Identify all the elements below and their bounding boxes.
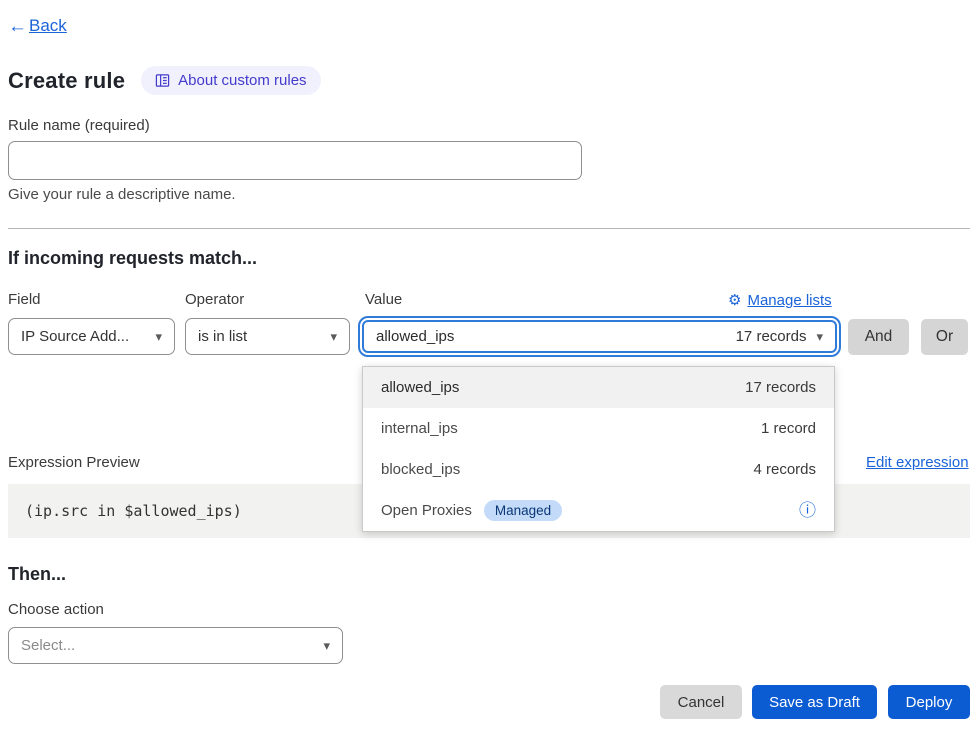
- create-rule-page: ←Back Create rule About custom rules Rul…: [0, 0, 979, 739]
- value-combobox-value: allowed_ips: [376, 328, 454, 345]
- book-icon: [155, 73, 170, 88]
- operator-select-value: is in list: [198, 328, 247, 345]
- list-item-name: Open Proxies: [381, 502, 472, 519]
- title-row: Create rule About custom rules: [8, 66, 321, 95]
- then-section-heading: Then...: [8, 564, 66, 585]
- section-divider: [8, 228, 970, 229]
- page-title: Create rule: [8, 68, 125, 94]
- value-dropdown-panel: allowed_ips 17 records internal_ips 1 re…: [362, 366, 835, 532]
- value-combobox[interactable]: allowed_ips 17 records ▾: [358, 316, 841, 357]
- about-badge-label: About custom rules: [178, 72, 306, 89]
- chevron-down-icon: ▾: [323, 638, 330, 654]
- list-item-internal-ips[interactable]: internal_ips 1 record: [363, 408, 834, 449]
- list-item-name: internal_ips: [381, 420, 458, 437]
- deploy-button[interactable]: Deploy: [888, 685, 970, 719]
- managed-badge: Managed: [484, 500, 562, 521]
- chevron-down-icon: ▾: [816, 329, 823, 345]
- list-item-allowed-ips[interactable]: allowed_ips 17 records: [363, 367, 834, 408]
- operator-label: Operator: [185, 291, 244, 308]
- info-icon[interactable]: ⓘ: [799, 502, 816, 519]
- match-section-heading: If incoming requests match...: [8, 248, 257, 269]
- list-item-blocked-ips[interactable]: blocked_ips 4 records: [363, 449, 834, 490]
- about-custom-rules-link[interactable]: About custom rules: [141, 66, 320, 95]
- back-link-label[interactable]: Back: [29, 16, 67, 36]
- list-item-name: allowed_ips: [381, 379, 459, 396]
- value-label: Value: [365, 291, 402, 308]
- save-as-draft-button[interactable]: Save as Draft: [752, 685, 877, 719]
- manage-lists-link[interactable]: ⚙ Manage lists: [728, 291, 832, 309]
- rule-name-label: Rule name (required): [8, 117, 150, 134]
- list-item-record-count: 4 records: [753, 461, 816, 478]
- rule-name-helper: Give your rule a descriptive name.: [8, 186, 236, 203]
- action-select[interactable]: Select... ▾: [8, 627, 343, 664]
- expression-preview-label: Expression Preview: [8, 454, 140, 471]
- list-item-record-count: 1 record: [761, 420, 816, 437]
- edit-expression-link[interactable]: Edit expression: [866, 454, 969, 471]
- list-item-open-proxies[interactable]: Open Proxies Managed ⓘ: [363, 490, 834, 531]
- operator-select[interactable]: is in list ▾: [185, 318, 350, 355]
- list-item-record-count: 17 records: [745, 379, 816, 396]
- expression-code: (ip.src in $allowed_ips): [25, 502, 242, 520]
- choose-action-label: Choose action: [8, 601, 104, 618]
- list-item-name: blocked_ips: [381, 461, 460, 478]
- gear-icon: ⚙: [728, 291, 741, 309]
- and-button[interactable]: And: [848, 319, 909, 355]
- field-label: Field: [8, 291, 41, 308]
- cancel-button[interactable]: Cancel: [660, 685, 742, 719]
- back-link[interactable]: ←Back: [8, 16, 67, 36]
- action-select-placeholder: Select...: [21, 637, 75, 654]
- or-button[interactable]: Or: [921, 319, 968, 355]
- rule-name-input[interactable]: [8, 141, 582, 180]
- field-select-value: IP Source Add...: [21, 328, 129, 345]
- back-arrow-icon: ←: [8, 17, 27, 36]
- value-records-count: 17 records: [736, 328, 807, 345]
- field-select[interactable]: IP Source Add... ▾: [8, 318, 175, 355]
- chevron-down-icon: ▾: [330, 329, 337, 345]
- value-combobox-inner: allowed_ips 17 records ▾: [362, 320, 837, 353]
- manage-lists-label[interactable]: Manage lists: [747, 292, 831, 309]
- chevron-down-icon: ▾: [155, 329, 162, 345]
